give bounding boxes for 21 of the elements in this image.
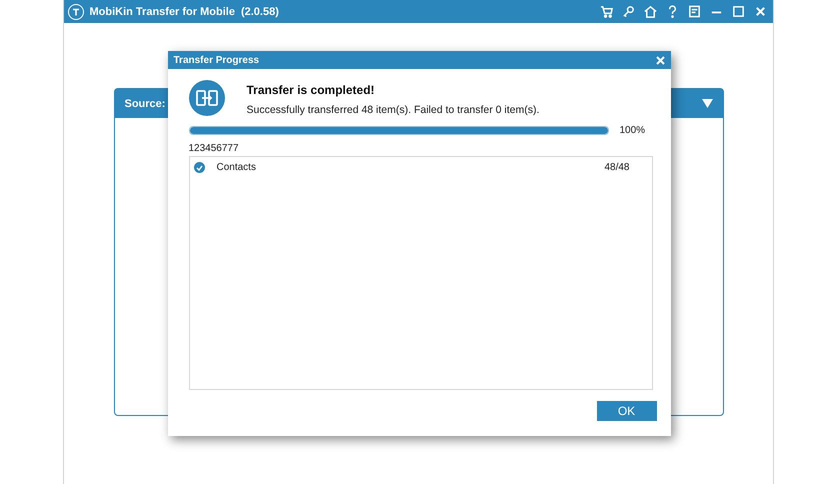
item-count: 48/48 <box>604 162 630 173</box>
key-icon[interactable] <box>622 5 634 18</box>
window-title: MobiKin Transfer for Mobile <box>90 6 235 18</box>
dropdown-caret-icon[interactable] <box>702 99 712 108</box>
ok-button[interactable]: OK <box>596 401 656 421</box>
source-label: Source: <box>124 98 166 110</box>
dialog-title: Transfer Progress <box>174 54 260 66</box>
home-icon[interactable] <box>644 5 656 18</box>
version-label: (2.0.58) <box>240 6 279 18</box>
cart-icon[interactable] <box>600 5 612 18</box>
category-name: Contacts <box>216 162 256 173</box>
app-logo-icon <box>68 4 84 20</box>
phone-transfer-icon <box>188 80 224 116</box>
completion-heading: Transfer is completed! <box>246 83 376 97</box>
device-name: 123456777 <box>188 143 240 154</box>
feedback-icon[interactable] <box>688 5 700 18</box>
close-icon[interactable] <box>754 5 766 18</box>
close-icon[interactable] <box>656 56 664 64</box>
progress-percent: 100% <box>620 125 646 136</box>
maximize-icon[interactable] <box>732 5 744 18</box>
result-message: Successfully transferred 48 item(s). Failed to transfer 0 item(s). <box>246 104 540 116</box>
